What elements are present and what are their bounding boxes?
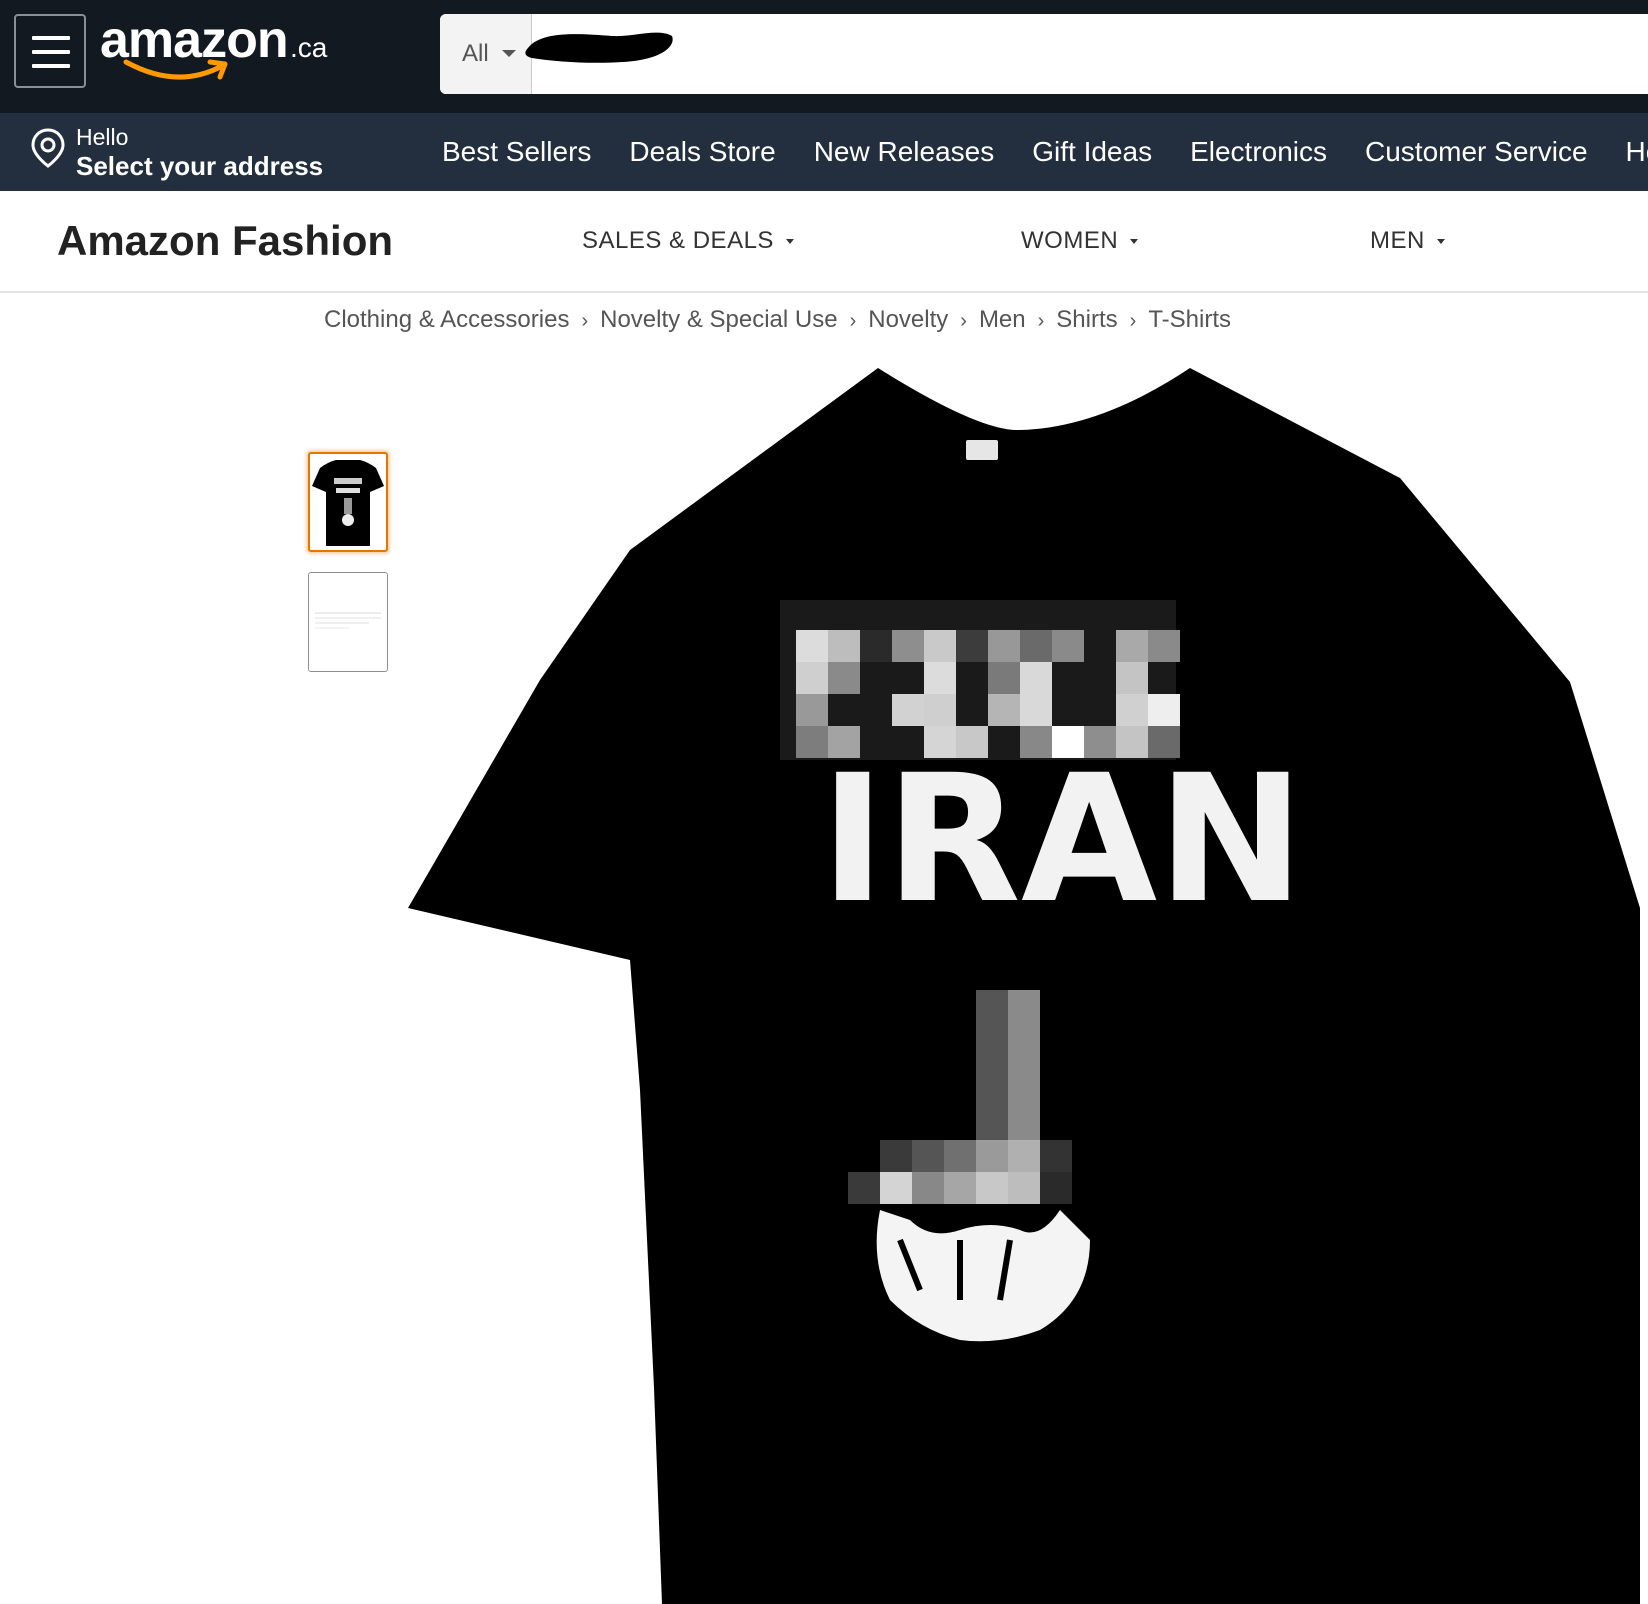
hamburger-menu-button[interactable] xyxy=(14,14,86,88)
hamburger-icon-line xyxy=(32,64,70,68)
chevron-right-icon: › xyxy=(1129,310,1137,332)
fashion-menu-sales-deals[interactable]: SALES & DEALS xyxy=(582,227,794,255)
censored-pixel-block xyxy=(780,600,1180,760)
nav-link-best-sellers[interactable]: Best Sellers xyxy=(442,136,591,168)
breadcrumb: Clothing & Accessories › Novelty & Special… xyxy=(324,306,1231,334)
caret-down-icon xyxy=(1436,239,1445,245)
nav-links: Best Sellers Deals Store New Releases Gi… xyxy=(442,113,1648,191)
chevron-right-icon: › xyxy=(1037,310,1045,332)
fashion-menu-women[interactable]: WOMEN xyxy=(1021,227,1139,255)
tshirt-thumbnail-image xyxy=(312,460,384,546)
caret-down-icon xyxy=(1130,239,1139,245)
nav-link-gift-ideas[interactable]: Gift Ideas xyxy=(1032,136,1152,168)
search-category-label: All xyxy=(462,40,489,67)
breadcrumb-item[interactable]: T-Shirts xyxy=(1148,306,1231,333)
fashion-store-title[interactable]: Amazon Fashion xyxy=(57,217,393,265)
fashion-menu-label: SALES & DEALS xyxy=(582,227,774,254)
breadcrumb-item[interactable]: Men xyxy=(979,306,1026,333)
shirt-print-text: IRAN xyxy=(820,737,1305,942)
fashion-menu-label: MEN xyxy=(1370,227,1425,254)
product-thumbnail-2[interactable] xyxy=(308,572,388,672)
chevron-right-icon: › xyxy=(581,310,589,332)
search-input[interactable] xyxy=(536,14,1636,94)
product-main-image: IRAN xyxy=(408,368,1640,1604)
search-category-dropdown[interactable]: All xyxy=(440,14,532,94)
nav-link-electronics[interactable]: Electronics xyxy=(1190,136,1327,168)
logo-domain: .ca xyxy=(290,32,328,63)
product-thumbnail-1-selected[interactable] xyxy=(308,452,388,552)
nav-link-truncated[interactable]: He xyxy=(1626,136,1648,168)
nav-link-new-releases[interactable]: New Releases xyxy=(814,136,995,168)
address-prompt: Select your address xyxy=(76,151,324,181)
breadcrumb-item[interactable]: Novelty xyxy=(868,306,948,333)
hamburger-icon-line xyxy=(32,36,70,40)
redaction-scribble xyxy=(525,32,673,63)
chevron-right-icon: › xyxy=(849,310,857,332)
breadcrumb-item[interactable]: Novelty & Special Use xyxy=(600,306,837,333)
secondary-nav-bar: Hello Select your address Best Sellers D… xyxy=(0,113,1648,191)
amazon-logo[interactable]: amazon .ca xyxy=(100,4,340,94)
address-greeting: Hello xyxy=(76,124,129,150)
breadcrumb-item[interactable]: Shirts xyxy=(1056,306,1117,333)
caret-down-icon xyxy=(785,239,794,245)
fashion-subnav: Amazon Fashion SALES & DEALS WOMEN MEN xyxy=(0,191,1648,293)
fashion-menu-label: WOMEN xyxy=(1021,227,1119,254)
nav-link-deals-store[interactable]: Deals Store xyxy=(629,136,775,168)
chevron-right-icon: › xyxy=(960,310,967,332)
hamburger-icon-line xyxy=(32,50,70,54)
nav-link-customer-service[interactable]: Customer Service xyxy=(1365,136,1588,168)
fashion-menu-men[interactable]: MEN xyxy=(1370,227,1445,255)
breadcrumb-item[interactable]: Clothing & Accessories xyxy=(324,306,569,333)
size-chart-thumbnail-image xyxy=(315,612,381,629)
location-pin-icon xyxy=(31,128,65,168)
smile-arrow-icon xyxy=(123,59,228,80)
caret-down-icon xyxy=(502,50,516,57)
top-navigation-bar: amazon .ca All xyxy=(0,0,1648,113)
